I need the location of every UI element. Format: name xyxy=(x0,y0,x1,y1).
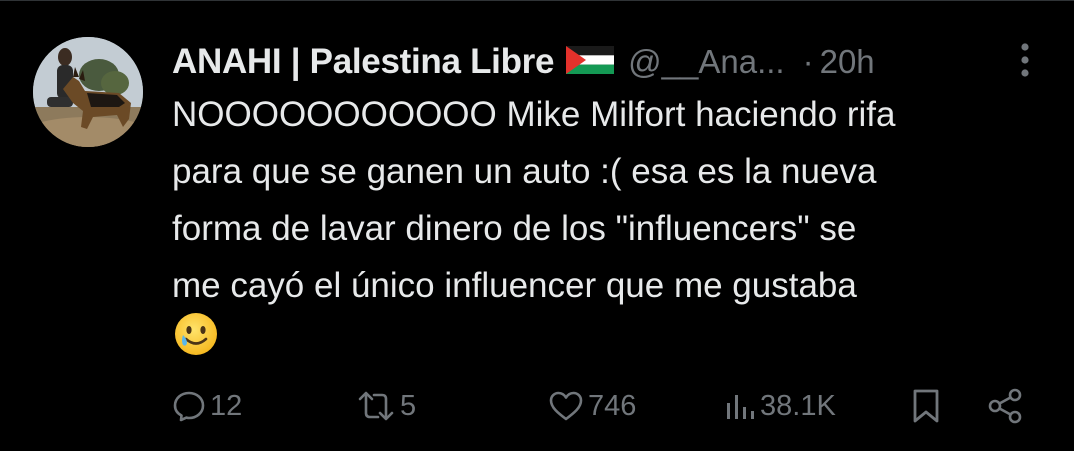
share-button[interactable] xyxy=(986,384,1024,428)
tweet-timestamp[interactable]: 20h xyxy=(820,43,875,81)
bookmark-icon xyxy=(910,387,942,425)
author-handle[interactable]: @__Ana... xyxy=(628,43,784,81)
avatar[interactable] xyxy=(33,37,143,147)
heart-icon xyxy=(548,389,584,423)
tweet-actions: 12 5 746 38.1K xyxy=(172,384,1032,428)
share-icon xyxy=(986,387,1024,425)
separator-dot: · xyxy=(802,43,814,80)
tweet-header: ANAHI | Palestina Libre @__Ana... · 20h xyxy=(172,38,1052,86)
reply-icon xyxy=(172,389,206,423)
analytics-icon xyxy=(724,389,756,423)
view-count: 38.1K xyxy=(760,389,836,422)
views-button[interactable]: 38.1K xyxy=(724,384,836,428)
repost-icon xyxy=(356,389,396,423)
author-display-name[interactable]: ANAHI | Palestina Libre xyxy=(172,42,554,82)
repost-button[interactable]: 5 xyxy=(356,384,416,428)
repost-count: 5 xyxy=(400,389,417,422)
bookmark-button[interactable] xyxy=(910,384,942,428)
more-vertical-icon xyxy=(1021,42,1029,82)
tweet-text-line: forma de lavar dinero de los "influencer… xyxy=(172,209,857,248)
like-count: 746 xyxy=(588,389,637,422)
tweet[interactable]: ANAHI | Palestina Libre @__Ana... · 20h … xyxy=(0,0,1074,451)
tweet-text-line: para que se ganen un auto :( esa es la n… xyxy=(172,152,877,191)
palestine-flag-icon xyxy=(566,45,615,79)
smiling-face-with-tear-emoji xyxy=(172,310,220,358)
tweet-text-line: NOOOOOOOOOOO Mike Milfort haciendo rifa xyxy=(172,95,896,134)
reply-count: 12 xyxy=(210,389,243,422)
reply-button[interactable]: 12 xyxy=(172,384,242,428)
more-options-button[interactable] xyxy=(1012,42,1038,82)
tweet-text-line: me cayó el único influencer que me gusta… xyxy=(172,266,857,305)
tweet-text: NOOOOOOOOOOO Mike Milfort haciendo rifa … xyxy=(172,86,1052,314)
like-button[interactable]: 746 xyxy=(548,384,636,428)
